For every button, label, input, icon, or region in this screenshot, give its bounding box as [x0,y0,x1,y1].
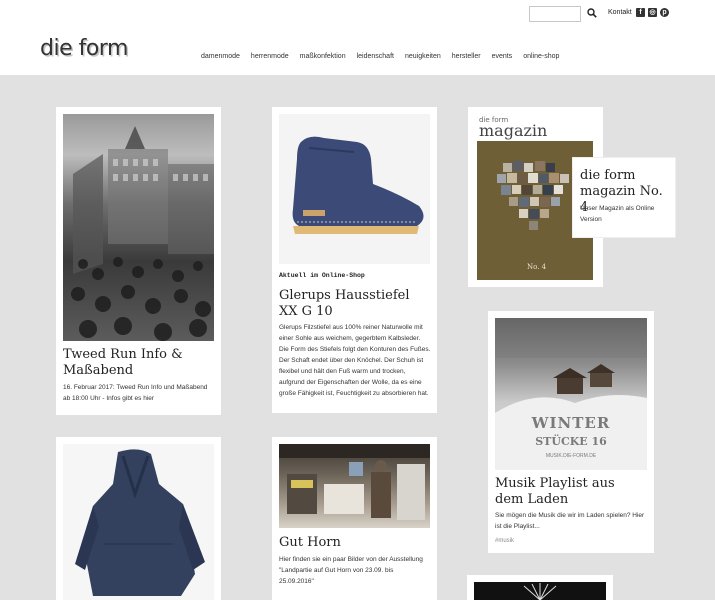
gut-horn-title[interactable]: Gut Horn [279,535,429,551]
winter-photo-line2: STÜCKE 16 [535,435,607,448]
glerups-text: Glerups Filzstiefel aus 100% reiner Natu… [279,324,431,397]
partial-card-photo[interactable] [474,582,606,600]
nav-item-neuigkeiten[interactable]: neuigkeiten [405,53,441,60]
nav-item-hersteller[interactable]: hersteller [452,53,481,60]
boot-illustration [292,136,424,234]
boot-photo[interactable] [279,114,430,264]
nav-item-masskonfektion[interactable]: maßkonfektion [300,53,346,60]
tweed-run-title[interactable]: Tweed Run Info & Maßabend [63,347,203,379]
music-tag[interactable]: #musik [495,538,514,544]
nav-item-online-shop[interactable]: online-shop [523,53,559,60]
site-logo[interactable]: die form [40,38,128,60]
tweed-run-text: 16. Februar 2017: Tweed Run Info und Maß… [63,384,208,402]
sweater-illustration [75,449,205,596]
contact-link[interactable]: Kontakt [608,9,632,16]
music-title[interactable]: Musik Playlist aus dem Laden [495,476,645,508]
online-shop-kicker: Aktuell im Online-Shop [279,272,365,279]
instagram-icon[interactable]: ◎ [648,8,657,17]
pinterest-icon[interactable]: p [660,8,669,17]
winter-photo[interactable]: WINTER STÜCKE 16 MUSIK.DIE-FORM.DE [495,318,647,470]
glerups-title[interactable]: Glerups Hausstiefel XX G 10 [279,288,429,320]
music-text: Sie mögen die Musik die wir im Laden spi… [495,512,645,530]
card-music-playlist[interactable]: WINTER STÜCKE 16 MUSIK.DIE-FORM.DE Musik… [488,311,654,553]
magazine-cover-title: magazin [479,121,548,140]
nav-item-damenmode[interactable]: damenmode [201,53,240,60]
magazine-cover-number: No. 4 [527,263,547,271]
card-gut-horn[interactable]: Gut Horn Hier finden sie ein paar Bilder… [272,437,437,600]
search-icon[interactable] [587,8,597,18]
nav-item-leidenschaft[interactable]: leidenschaft [357,53,394,60]
nav-item-events[interactable]: events [492,53,513,60]
card-partial[interactable] [467,575,613,600]
card-sweater[interactable] [56,437,221,600]
gut-horn-illustration [279,444,430,520]
card-magazine-label[interactable]: die form magazin No. 4 Unser Magazin als… [573,158,675,237]
partial-card-illustration [523,583,557,600]
nav-item-herrenmode[interactable]: herrenmode [251,53,289,60]
winter-photo-line1: WINTER [531,414,611,432]
tweed-run-illustration [71,126,214,341]
card-tweed-run[interactable]: Tweed Run Info & Maßabend 16. Februar 20… [56,107,221,415]
gut-horn-text: Hier finden sie ein paar Bilder von der … [279,556,423,585]
sweater-photo[interactable] [63,444,214,600]
main-nav: damenmode herrenmode maßkonfektion leide… [201,53,559,60]
card-glerups-boot[interactable]: Aktuell im Online-Shop Glerups Hausstief… [272,107,437,413]
magazine-text: Unser Magazin als Online Version [580,205,655,223]
site-header: Kontakt f ◎ p die form damenmode herrenm… [0,0,715,75]
tweed-run-photo[interactable] [63,114,214,341]
facebook-icon[interactable]: f [636,8,645,17]
search-input[interactable] [529,6,581,22]
winter-photo-line3: MUSIK.DIE-FORM.DE [545,453,597,459]
gut-horn-photo[interactable] [279,444,430,528]
